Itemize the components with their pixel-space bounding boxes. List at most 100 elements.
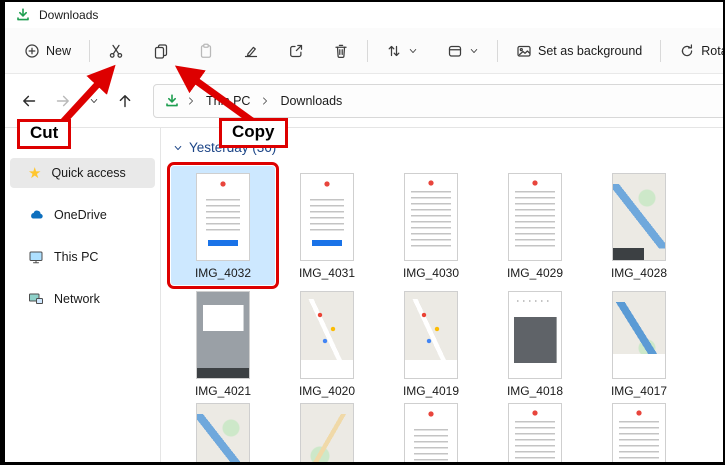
new-button[interactable]: New (13, 33, 82, 69)
file-thumbnail (404, 173, 458, 261)
file-item[interactable]: IMG_4030 (379, 166, 483, 285)
cut-button[interactable] (97, 33, 135, 69)
sidebar-item-label: Quick access (51, 166, 125, 180)
rotate-label: Rotat (701, 44, 725, 58)
rename-pencil-icon (243, 43, 259, 59)
sort-button[interactable] (375, 33, 429, 69)
title-bar: Downloads (5, 2, 723, 28)
sidebar-item-network[interactable]: Network (10, 284, 155, 314)
toolbar-divider (89, 40, 90, 62)
file-row: IMG_4021 IMG_4020 IMG_4019 IMG_4018 IMG_… (171, 284, 691, 403)
toolbar-divider (660, 40, 661, 62)
file-name: IMG_4032 (195, 266, 251, 281)
file-thumbnail (612, 291, 666, 379)
file-name: IMG_4029 (507, 266, 563, 281)
chevron-down-icon (469, 46, 479, 56)
file-thumbnail (300, 291, 354, 379)
file-name: IMG_4031 (299, 266, 355, 281)
rotate-icon (679, 43, 695, 59)
trash-icon (333, 43, 349, 59)
file-item[interactable]: IMG_4029 (483, 166, 587, 285)
sidebar-item-this-pc[interactable]: This PC (10, 242, 155, 272)
set-as-background-label: Set as background (538, 44, 642, 58)
file-row: IMG_4032 IMG_4031 IMG_4030 IMG_4029 IMG_… (171, 166, 691, 285)
file-item[interactable]: IMG_4018 (483, 284, 587, 403)
copy-icon (153, 43, 169, 59)
recent-locations-button[interactable] (87, 94, 101, 108)
file-thumbnail (196, 173, 250, 261)
file-list-area: Yesterday (36) IMG_4032 IMG_4031 IMG_403… (161, 128, 723, 462)
delete-button[interactable] (322, 33, 360, 69)
chevron-down-icon (408, 46, 418, 56)
file-explorer-window: Downloads New (0, 0, 725, 465)
file-thumbnail (612, 403, 666, 462)
breadcrumb-downloads[interactable]: Downloads (276, 92, 346, 110)
toolbar-divider (367, 40, 368, 62)
plus-circle-icon (24, 43, 40, 59)
navigation-bar: This PC Downloads (5, 74, 723, 128)
up-button[interactable] (115, 91, 135, 111)
sort-icon (386, 43, 402, 59)
file-thumbnail (196, 291, 250, 379)
view-layout-icon (447, 43, 463, 59)
sidebar-item-onedrive[interactable]: OneDrive (10, 200, 155, 230)
chevron-right-icon (260, 96, 270, 106)
file-item[interactable] (483, 396, 587, 462)
downloads-folder-icon (15, 7, 31, 23)
navigation-pane: ★ Quick access OneDrive This PC Network (5, 128, 161, 462)
star-icon: ★ (28, 166, 41, 181)
chevron-down-icon (173, 143, 183, 153)
file-item[interactable]: IMG_4021 (171, 284, 275, 403)
file-item[interactable] (587, 396, 691, 462)
file-item[interactable]: IMG_4028 (587, 166, 691, 285)
copy-annotation-label: Copy (219, 118, 288, 148)
clipboard-paste-icon (198, 43, 214, 59)
arrow-left-icon (21, 93, 37, 109)
share-button[interactable] (277, 33, 315, 69)
command-bar: New (5, 28, 723, 74)
file-item[interactable]: IMG_4019 (379, 284, 483, 403)
file-item[interactable] (171, 396, 275, 462)
file-thumbnail (508, 403, 562, 462)
address-bar[interactable]: This PC Downloads (153, 84, 725, 118)
sidebar-item-label: OneDrive (54, 208, 107, 222)
back-button[interactable] (19, 91, 39, 111)
downloads-folder-icon (164, 93, 180, 109)
onedrive-cloud-icon (28, 207, 44, 223)
file-thumbnail (300, 403, 354, 462)
file-item[interactable] (275, 396, 379, 462)
toolbar-divider (497, 40, 498, 62)
breadcrumb-this-pc[interactable]: This PC (202, 92, 254, 110)
cut-annotation-label: Cut (17, 119, 71, 149)
file-name: IMG_4028 (611, 266, 667, 281)
file-item[interactable]: IMG_4020 (275, 284, 379, 403)
window-title: Downloads (39, 8, 98, 22)
file-item[interactable]: IMG_4032 (171, 166, 275, 285)
file-thumbnail (196, 403, 250, 462)
file-item[interactable] (379, 396, 483, 462)
set-as-background-button[interactable]: Set as background (505, 33, 653, 69)
file-thumbnail (508, 173, 562, 261)
rename-button[interactable] (232, 33, 270, 69)
file-name: IMG_4030 (403, 266, 459, 281)
scissors-icon (108, 43, 124, 59)
file-thumbnail (404, 291, 458, 379)
network-icon (28, 291, 44, 307)
arrow-up-icon (117, 93, 133, 109)
rotate-button[interactable]: Rotat (668, 33, 725, 69)
paste-button[interactable] (187, 33, 225, 69)
new-button-label: New (46, 44, 71, 58)
file-thumbnail (404, 403, 458, 462)
chevron-right-icon (186, 96, 196, 106)
share-icon (288, 43, 304, 59)
copy-button[interactable] (142, 33, 180, 69)
sidebar-item-label: This PC (54, 250, 98, 264)
file-item[interactable]: IMG_4017 (587, 284, 691, 403)
forward-button[interactable] (53, 91, 73, 111)
picture-icon (516, 43, 532, 59)
monitor-icon (28, 249, 44, 265)
view-button[interactable] (436, 33, 490, 69)
sidebar-item-quick-access[interactable]: ★ Quick access (10, 158, 155, 188)
sidebar-item-label: Network (54, 292, 100, 306)
file-item[interactable]: IMG_4031 (275, 166, 379, 285)
